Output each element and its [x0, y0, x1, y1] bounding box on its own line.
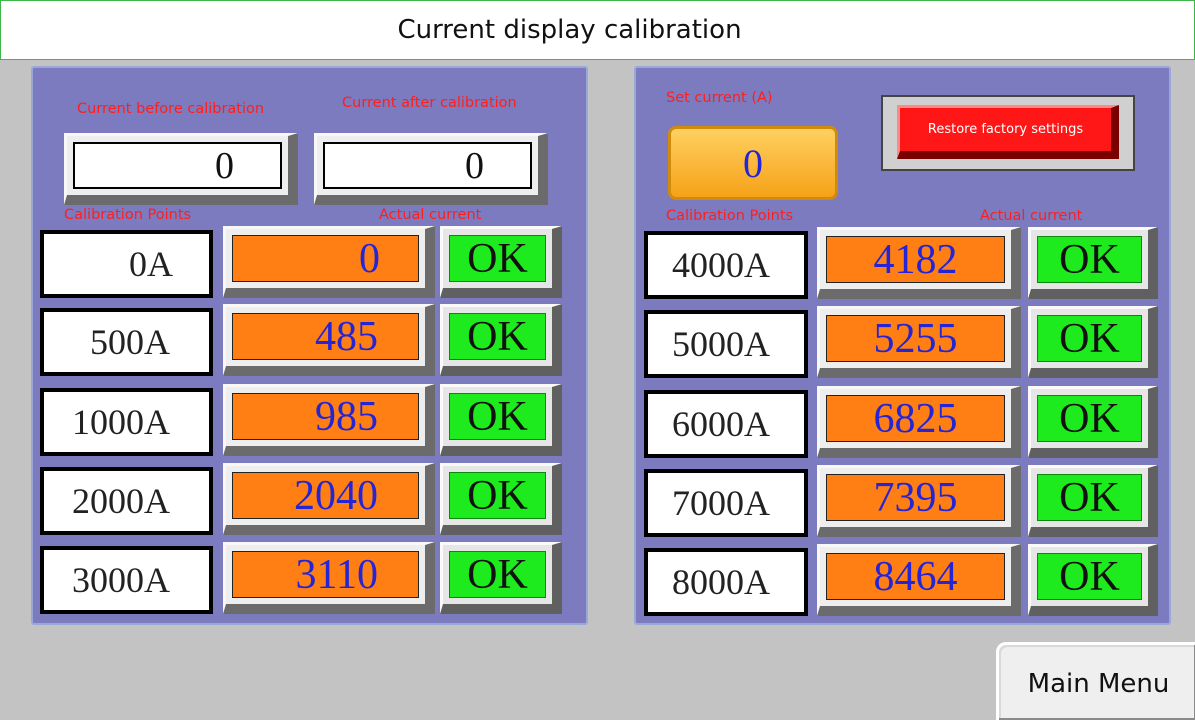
- actual-current-value: 2040: [232, 472, 419, 519]
- calibration-point: 6000A: [644, 390, 808, 458]
- before-calibration-readout: 0: [64, 133, 298, 205]
- main-menu-button[interactable]: Main Menu: [996, 642, 1195, 720]
- before-calibration-label: Current before calibration: [77, 101, 265, 117]
- restore-factory-button[interactable]: Restore factory settings: [897, 105, 1119, 159]
- actual-current-display: 2040: [223, 463, 435, 535]
- after-calibration-label: Current after calibration: [342, 95, 517, 111]
- calibration-points-label: Calibration Points: [64, 207, 192, 223]
- ok-button[interactable]: OK: [440, 226, 562, 298]
- actual-current-value: 3110: [232, 551, 419, 598]
- calibration-points-label-right: Calibration Points: [666, 208, 794, 224]
- after-calibration-readout: 0: [314, 133, 548, 205]
- main-menu-label: Main Menu: [1027, 668, 1170, 699]
- actual-current-value: 7395: [826, 474, 1005, 521]
- calibration-point: 4000A: [644, 231, 808, 299]
- ok-button-label: OK: [449, 551, 546, 598]
- actual-current-label-right: Actual current: [980, 208, 1083, 224]
- actual-current-value: 985: [232, 393, 419, 440]
- ok-button[interactable]: OK: [440, 542, 562, 614]
- ok-button[interactable]: OK: [1028, 306, 1158, 378]
- actual-current-label: Actual current: [379, 207, 482, 223]
- ok-button-label: OK: [1037, 236, 1142, 283]
- actual-current-value: 8464: [826, 553, 1005, 600]
- left-calibration-panel: Current before calibration Current after…: [31, 66, 588, 625]
- actual-current-display: 985: [223, 384, 435, 456]
- actual-current-display: 5255: [817, 306, 1021, 378]
- calibration-point: 2000A: [40, 467, 213, 535]
- ok-button[interactable]: OK: [1028, 465, 1158, 537]
- calibration-point: 1000A: [40, 388, 213, 456]
- after-calibration-value: 0: [323, 142, 532, 189]
- ok-button-label: OK: [1037, 315, 1142, 362]
- ok-button-label: OK: [449, 235, 546, 282]
- actual-current-display: 485: [223, 304, 435, 376]
- ok-button-label: OK: [1037, 474, 1142, 521]
- actual-current-display: 3110: [223, 542, 435, 614]
- set-current-value: 0: [743, 140, 763, 186]
- page-title: Current display calibration: [397, 15, 742, 45]
- calibration-point: 0A: [40, 230, 213, 298]
- set-current-input[interactable]: 0: [668, 126, 838, 200]
- actual-current-value: 6825: [826, 395, 1005, 442]
- calibration-point: 500A: [40, 308, 213, 376]
- right-calibration-panel: Set current (A) 0 Restore factory settin…: [634, 66, 1171, 625]
- ok-button[interactable]: OK: [1028, 544, 1158, 616]
- actual-current-value: 4182: [826, 236, 1005, 283]
- actual-current-display: 0: [223, 226, 435, 298]
- restore-factory-frame: Restore factory settings: [881, 95, 1135, 171]
- before-calibration-value: 0: [73, 142, 282, 189]
- actual-current-display: 7395: [817, 465, 1021, 537]
- calibration-point: 5000A: [644, 310, 808, 378]
- calibration-point: 8000A: [644, 548, 808, 616]
- actual-current-display: 8464: [817, 544, 1021, 616]
- actual-current-display: 4182: [817, 227, 1021, 299]
- ok-button[interactable]: OK: [440, 463, 562, 535]
- calibration-point: 3000A: [40, 546, 213, 614]
- actual-current-display: 6825: [817, 386, 1021, 458]
- ok-button-label: OK: [1037, 395, 1142, 442]
- ok-button[interactable]: OK: [1028, 386, 1158, 458]
- restore-factory-label: Restore factory settings: [927, 122, 1084, 137]
- ok-button-label: OK: [449, 313, 546, 360]
- actual-current-value: 485: [232, 313, 419, 360]
- ok-button-label: OK: [449, 472, 546, 519]
- ok-button[interactable]: OK: [440, 304, 562, 376]
- ok-button-label: OK: [449, 393, 546, 440]
- actual-current-value: 0: [232, 235, 419, 282]
- actual-current-value: 5255: [826, 315, 1005, 362]
- ok-button[interactable]: OK: [1028, 227, 1158, 299]
- set-current-label: Set current (A): [666, 90, 773, 106]
- ok-button-label: OK: [1037, 553, 1142, 600]
- title-bar: Current display calibration: [0, 0, 1195, 60]
- calibration-point: 7000A: [644, 469, 808, 537]
- ok-button[interactable]: OK: [440, 384, 562, 456]
